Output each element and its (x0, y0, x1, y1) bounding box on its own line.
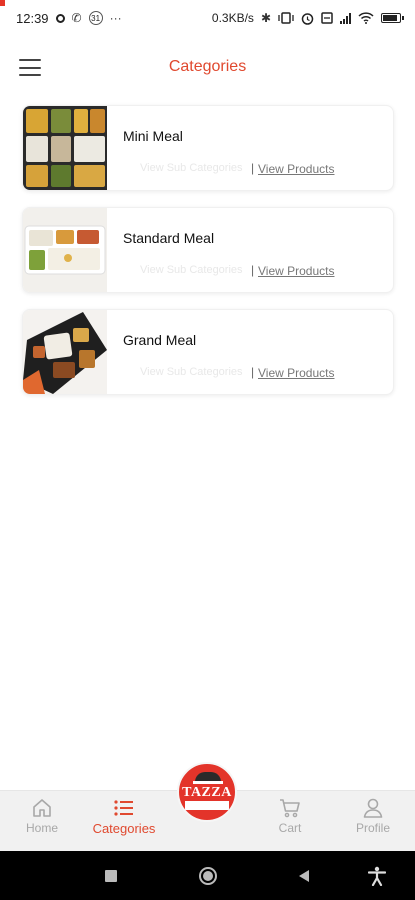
status-right: 0.3KB/s ✱ (211, 11, 404, 25)
logo-cloche-base (193, 781, 223, 784)
recents-button[interactable] (94, 851, 128, 900)
alarm-icon (301, 12, 314, 25)
view-products-link[interactable]: View Products (258, 366, 334, 380)
view-sub-categories-link[interactable]: View Sub Categories (140, 366, 250, 378)
accessibility-icon (368, 866, 386, 886)
nav-item-cart[interactable]: Cart (250, 797, 330, 835)
network-speed: 0.3KB/s (211, 11, 254, 25)
logo-text: TAZZA (182, 785, 232, 800)
tazza-logo-button[interactable]: TAZZA (177, 762, 237, 822)
back-button[interactable] (287, 851, 321, 900)
status-time: 12:39 (16, 10, 49, 26)
signal-icon (340, 12, 351, 24)
grand-meal-thumbnail (23, 310, 107, 394)
view-products-link[interactable]: View Products (258, 162, 334, 176)
category-card-standard-meal[interactable]: Standard Meal View Sub Categories | View… (22, 207, 394, 293)
system-navigation-bar (0, 851, 415, 900)
data-icon (321, 12, 333, 24)
back-triangle-icon (299, 869, 309, 882)
link-separator: | (251, 161, 255, 175)
bluetooth-icon: ✱ (260, 11, 271, 25)
vibrate-icon (278, 12, 294, 24)
wifi-icon (358, 12, 374, 24)
mini-meal-thumbnail (23, 106, 107, 190)
link-separator: | (251, 263, 255, 277)
home-button[interactable] (190, 851, 226, 900)
phone-icon: ✆ (71, 11, 82, 25)
category-name: Standard Meal (123, 230, 215, 246)
home-circle-icon (199, 866, 217, 885)
view-sub-categories-link[interactable]: View Sub Categories (140, 264, 250, 276)
recents-icon (105, 869, 117, 882)
nav-label-categories: Categories (92, 821, 156, 836)
nav-label-profile: Profile (355, 821, 390, 835)
link-separator: | (251, 365, 255, 379)
user-icon (363, 798, 383, 818)
nav-item-categories[interactable]: Categories (84, 797, 164, 836)
category-card-grand-meal[interactable]: Grand Meal View Sub Categories | View Pr… (22, 309, 394, 395)
standard-meal-thumbnail (23, 208, 107, 292)
logo-band (185, 801, 229, 810)
home-icon (33, 799, 51, 817)
more-icon: ··· (109, 11, 122, 25)
list-icon (114, 800, 133, 816)
battery-icon (381, 13, 404, 23)
nav-item-profile[interactable]: Profile (333, 797, 413, 835)
status-left: 12:39 ✆ 31 ··· (16, 11, 122, 26)
nav-label-cart: Cart (278, 821, 302, 835)
record-icon (55, 13, 65, 23)
category-name: Grand Meal (123, 332, 197, 348)
calendar-badge-icon: 31 (88, 11, 103, 25)
status-bar: 12:39 ✆ 31 ··· 0.3KB/s ✱ (0, 0, 415, 36)
accessibility-button[interactable] (360, 851, 394, 900)
page-title: Categories (168, 58, 247, 75)
view-products-link[interactable]: View Products (258, 264, 334, 278)
category-card-mini-meal[interactable]: Mini Meal View Sub Categories | View Pro… (22, 105, 394, 191)
nav-label-home: Home (25, 821, 58, 835)
nav-item-home[interactable]: Home (2, 797, 82, 835)
category-name: Mini Meal (123, 128, 183, 144)
app-header: Categories (0, 44, 415, 92)
view-sub-categories-link[interactable]: View Sub Categories (140, 162, 250, 174)
cart-icon (280, 799, 300, 818)
